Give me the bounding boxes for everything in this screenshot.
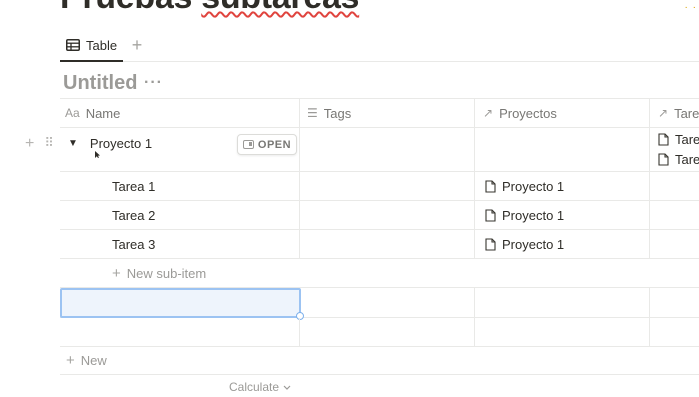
new-sub-item-label: New sub-item bbox=[126, 265, 207, 281]
relation-page-link[interactable]: Tare bbox=[658, 152, 699, 167]
relation-page-link[interactable]: Proyecto 1 bbox=[475, 208, 564, 223]
drag-handle-icon[interactable]: ⠿ bbox=[44, 136, 53, 152]
name-cell[interactable]: Tarea 2 bbox=[60, 201, 300, 229]
page-title-word-1: Pruebas bbox=[60, 0, 192, 16]
plus-icon: + bbox=[112, 264, 121, 282]
proyectos-cell[interactable]: Proyecto 1 bbox=[475, 172, 650, 200]
tareas-cell[interactable] bbox=[650, 201, 699, 229]
table-header: Aa Name ☰ Tags ↗ Proyectos ↗ Tare bbox=[60, 98, 699, 128]
column-header-tags[interactable]: ☰ Tags bbox=[300, 99, 475, 127]
proyectos-cell[interactable]: Proyecto 1 bbox=[475, 230, 650, 258]
toggle-expanded-icon[interactable]: ▼ bbox=[68, 138, 78, 149]
page-title[interactable]: Pruebas subtareas bbox=[60, 0, 359, 17]
tags-cell[interactable] bbox=[300, 172, 475, 200]
relation-page-link[interactable]: Proyecto 1 bbox=[475, 179, 564, 194]
relation-arrow-icon: ↗ bbox=[658, 106, 669, 120]
new-sub-item-row[interactable]: + New sub-item bbox=[60, 259, 699, 288]
tab-table[interactable]: Table bbox=[60, 30, 123, 62]
column-header-label: Tags bbox=[323, 105, 352, 121]
tab-table-label: Table bbox=[86, 37, 118, 53]
tags-cell[interactable] bbox=[300, 230, 475, 258]
plus-icon: + bbox=[66, 352, 75, 369]
open-label: OPEN bbox=[257, 138, 292, 151]
database-title[interactable]: Untitled bbox=[63, 72, 137, 95]
table-grid: Aa Name ☰ Tags ↗ Proyectos ↗ Tare ▼ Proy… bbox=[60, 98, 699, 375]
calculate-button[interactable]: Calculate bbox=[229, 380, 291, 394]
column-header-tareas[interactable]: ↗ Tare bbox=[650, 99, 699, 127]
column-header-proyectos[interactable]: ↗ Proyectos bbox=[475, 99, 650, 127]
row-title[interactable]: Proyecto 1 bbox=[90, 136, 152, 151]
chevron-down-icon bbox=[283, 385, 291, 390]
proyectos-cell[interactable] bbox=[475, 318, 650, 346]
new-row-label: New bbox=[80, 353, 107, 368]
tags-cell[interactable] bbox=[300, 288, 475, 317]
text-property-icon: Aa bbox=[65, 106, 80, 120]
row-title[interactable]: Tarea 1 bbox=[112, 179, 155, 194]
name-cell[interactable] bbox=[60, 318, 300, 346]
table-row[interactable]: Tarea 1 Proyecto 1 bbox=[60, 172, 699, 201]
open-side-peek-icon bbox=[242, 140, 254, 149]
page-icon bbox=[485, 179, 496, 193]
relation-arrow-icon: ↗ bbox=[483, 106, 494, 120]
add-row-icon[interactable]: + bbox=[25, 136, 34, 152]
column-header-name[interactable]: Aa Name bbox=[60, 99, 300, 127]
comment-indicator: · · bbox=[684, 2, 697, 13]
table-row[interactable]: Tarea 3 Proyecto 1 bbox=[60, 230, 699, 259]
multi-select-icon: ☰ bbox=[307, 106, 318, 120]
name-cell[interactable]: ▼ Proyecto 1 OPEN bbox=[60, 128, 300, 171]
table-icon bbox=[66, 39, 80, 51]
page-icon bbox=[485, 237, 496, 251]
name-cell[interactable]: Tarea 1 bbox=[60, 172, 300, 200]
column-header-label: Name bbox=[85, 105, 121, 121]
notion-page: Pruebas subtareas · · Table + Untitled ·… bbox=[0, 0, 699, 397]
table-row[interactable] bbox=[60, 288, 699, 320]
tareas-cell[interactable]: Tare Tare bbox=[650, 128, 699, 171]
more-options-icon[interactable]: ··· bbox=[144, 74, 163, 92]
name-cell[interactable]: Tarea 3 bbox=[60, 230, 300, 258]
selected-cell-outline[interactable] bbox=[60, 288, 301, 318]
new-sub-item-button[interactable]: + New sub-item bbox=[112, 259, 206, 287]
page-title-word-2: subtareas bbox=[201, 0, 359, 16]
row-handles: + ⠿ bbox=[25, 136, 54, 152]
proyectos-cell[interactable]: Proyecto 1 bbox=[475, 201, 650, 229]
view-tabs: Table + bbox=[60, 30, 699, 62]
new-row[interactable]: + New bbox=[60, 347, 699, 375]
tareas-cell[interactable] bbox=[650, 172, 699, 200]
table-row[interactable]: Tarea 2 Proyecto 1 bbox=[60, 201, 699, 230]
table-row[interactable]: ▼ Proyecto 1 OPEN Tare Tare bbox=[60, 128, 699, 172]
page-icon bbox=[658, 153, 669, 166]
page-icon bbox=[485, 208, 496, 222]
page-icon bbox=[658, 133, 669, 146]
relation-page-link[interactable]: Tare bbox=[658, 132, 699, 147]
tags-cell[interactable] bbox=[300, 201, 475, 229]
mouse-cursor-icon bbox=[95, 151, 100, 158]
table-row[interactable] bbox=[60, 318, 699, 347]
tags-cell[interactable] bbox=[300, 318, 475, 346]
row-title[interactable]: Tarea 2 bbox=[112, 208, 155, 223]
proyectos-cell[interactable] bbox=[475, 128, 650, 171]
column-header-label: Tare bbox=[674, 105, 699, 121]
open-page-button[interactable]: OPEN bbox=[237, 134, 297, 155]
tareas-cell[interactable] bbox=[650, 230, 699, 258]
tags-cell[interactable] bbox=[300, 128, 475, 171]
row-title[interactable]: Tarea 3 bbox=[112, 237, 155, 252]
relation-page-link[interactable]: Proyecto 1 bbox=[475, 237, 564, 252]
add-view-button[interactable]: + bbox=[128, 36, 146, 54]
proyectos-cell[interactable] bbox=[475, 288, 650, 317]
calculate-label: Calculate bbox=[229, 380, 280, 394]
column-header-label: Proyectos bbox=[499, 105, 557, 121]
new-row-button[interactable]: + New bbox=[66, 347, 107, 374]
